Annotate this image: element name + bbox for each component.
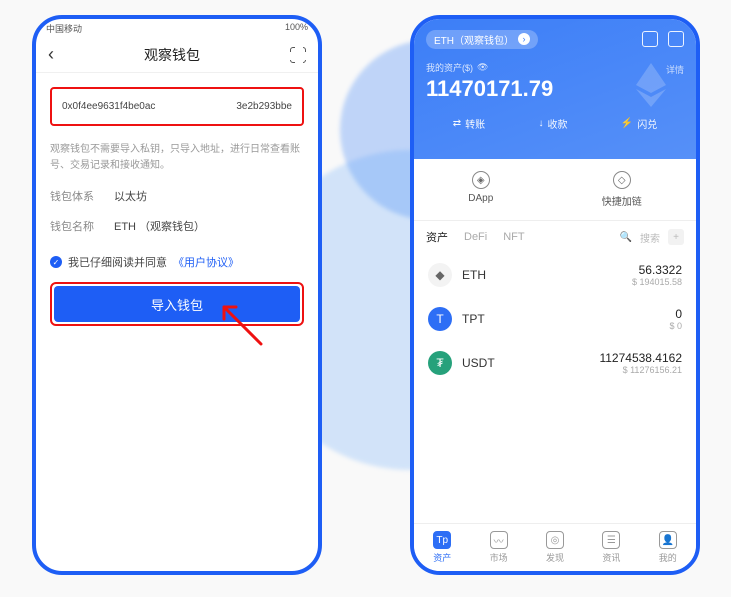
status-bar: 中国移动 100%: [36, 19, 318, 37]
battery: 100%: [285, 22, 308, 34]
flash-icon: ⚡: [621, 118, 633, 129]
camera-icon[interactable]: [642, 31, 658, 47]
address-left: 0x0f4ee9631f4be0ac: [62, 101, 155, 112]
asset-symbol: ETH: [462, 268, 486, 282]
chain-field: 钱包体系 以太坊: [50, 188, 304, 204]
back-icon[interactable]: ‹: [48, 44, 54, 65]
agreement-link[interactable]: 《用户协议》: [173, 254, 239, 270]
agreement-row[interactable]: ✓ 我已仔细阅读并同意 《用户协议》: [50, 254, 304, 270]
address-right: 3e2b293bbe: [236, 101, 292, 112]
tab-defi[interactable]: DeFi: [464, 231, 487, 243]
asset-row-usdt[interactable]: ₮ USDT 11274538.4162 $ 11276156.21: [414, 341, 696, 385]
nav-bar: ‹ 观察钱包: [36, 37, 318, 73]
carrier: 中国移动: [46, 22, 82, 34]
tab-nft[interactable]: NFT: [503, 231, 524, 243]
nav-news[interactable]: ☰资讯: [602, 531, 620, 564]
usdt-icon: ₮: [428, 351, 452, 375]
chain-label: 钱包体系: [50, 188, 100, 204]
asset-symbol: USDT: [462, 356, 495, 370]
scan-icon[interactable]: [290, 47, 306, 63]
download-icon: ↓: [538, 118, 543, 129]
eye-icon[interactable]: 👁: [477, 62, 488, 73]
search-label: 搜索: [640, 230, 660, 245]
asset-fiat: $ 0: [669, 321, 682, 331]
name-field: 钱包名称 ETH （观察钱包）: [50, 218, 304, 234]
phone-import-wallet: 中国移动 100% ‹ 观察钱包 0x0f4ee9631f4be0ac 3e2b…: [32, 15, 322, 575]
receive-button[interactable]: ↓收款: [538, 116, 567, 131]
chain-value: 以太坊: [114, 188, 147, 204]
menu-icon[interactable]: [668, 31, 684, 47]
agree-text: 我已仔细阅读并同意: [68, 254, 167, 270]
dapp-link[interactable]: ◈ DApp: [468, 171, 493, 208]
import-button-highlight: 导入钱包: [50, 282, 304, 326]
search-icon[interactable]: 🔍: [620, 232, 632, 243]
wallet-header: ETH（观察钱包） › 我的资产($) 👁 11470171.79 详情 ⇄转账…: [414, 19, 696, 159]
nav-market[interactable]: 〰市场: [490, 531, 508, 564]
asset-amount: 0: [669, 307, 682, 321]
asset-amount: 11274538.4162: [599, 351, 682, 365]
name-label: 钱包名称: [50, 218, 100, 234]
add-chain-link[interactable]: ◇ 快捷加链: [602, 171, 642, 208]
bottom-nav: Tp资产 〰市场 ◎发现 ☰资讯 👤我的: [414, 523, 696, 571]
nav-me[interactable]: 👤我的: [659, 531, 677, 564]
wallet-icon: Tp: [433, 531, 451, 549]
name-value: ETH （观察钱包）: [114, 218, 205, 234]
asset-fiat: $ 11276156.21: [599, 365, 682, 375]
wallet-name: ETH（观察钱包）: [434, 32, 514, 47]
chevron-right-icon: ›: [518, 33, 530, 45]
swap-button[interactable]: ⚡闪兑: [621, 116, 657, 131]
discover-icon: ◎: [546, 531, 564, 549]
compass-icon: ◈: [472, 171, 490, 189]
asset-fiat: $ 194015.58: [632, 277, 682, 287]
eth-icon: ◆: [428, 263, 452, 287]
user-icon: 👤: [659, 531, 677, 549]
wallet-selector[interactable]: ETH（观察钱包） ›: [426, 30, 538, 49]
import-button[interactable]: 导入钱包: [54, 286, 300, 322]
chain-icon: ◇: [613, 171, 631, 189]
tpt-icon: T: [428, 307, 452, 331]
checkmark-icon[interactable]: ✓: [50, 256, 62, 268]
swap-icon: ⇄: [453, 118, 461, 129]
asset-row-eth[interactable]: ◆ ETH 56.3322 $ 194015.58: [414, 253, 696, 297]
quick-links: ◈ DApp ◇ 快捷加链: [414, 159, 696, 221]
asset-row-tpt[interactable]: T TPT 0 $ 0: [414, 297, 696, 341]
transfer-button[interactable]: ⇄转账: [453, 116, 485, 131]
asset-amount: 56.3322: [632, 263, 682, 277]
tab-assets[interactable]: 资产: [426, 229, 448, 245]
nav-discover[interactable]: ◎发现: [546, 531, 564, 564]
chart-icon: 〰: [490, 531, 508, 549]
assets-label-row: 我的资产($) 👁: [426, 61, 684, 74]
description: 观察钱包不需要导入私钥，只导入地址，进行日常查看账号、交易记录和接收通知。: [50, 142, 304, 174]
detail-link[interactable]: 详情: [666, 63, 684, 76]
add-token-button[interactable]: +: [668, 229, 684, 245]
page-title: 观察钱包: [144, 45, 200, 65]
assets-label: 我的资产($): [426, 61, 473, 74]
asset-symbol: TPT: [462, 312, 485, 326]
news-icon: ☰: [602, 531, 620, 549]
address-input[interactable]: 0x0f4ee9631f4be0ac 3e2b293bbe: [50, 87, 304, 126]
nav-assets[interactable]: Tp资产: [433, 531, 451, 564]
asset-tabs: 资产 DeFi NFT 🔍 搜索 +: [414, 221, 696, 253]
phone-wallet-home: ETH（观察钱包） › 我的资产($) 👁 11470171.79 详情 ⇄转账…: [410, 15, 700, 575]
